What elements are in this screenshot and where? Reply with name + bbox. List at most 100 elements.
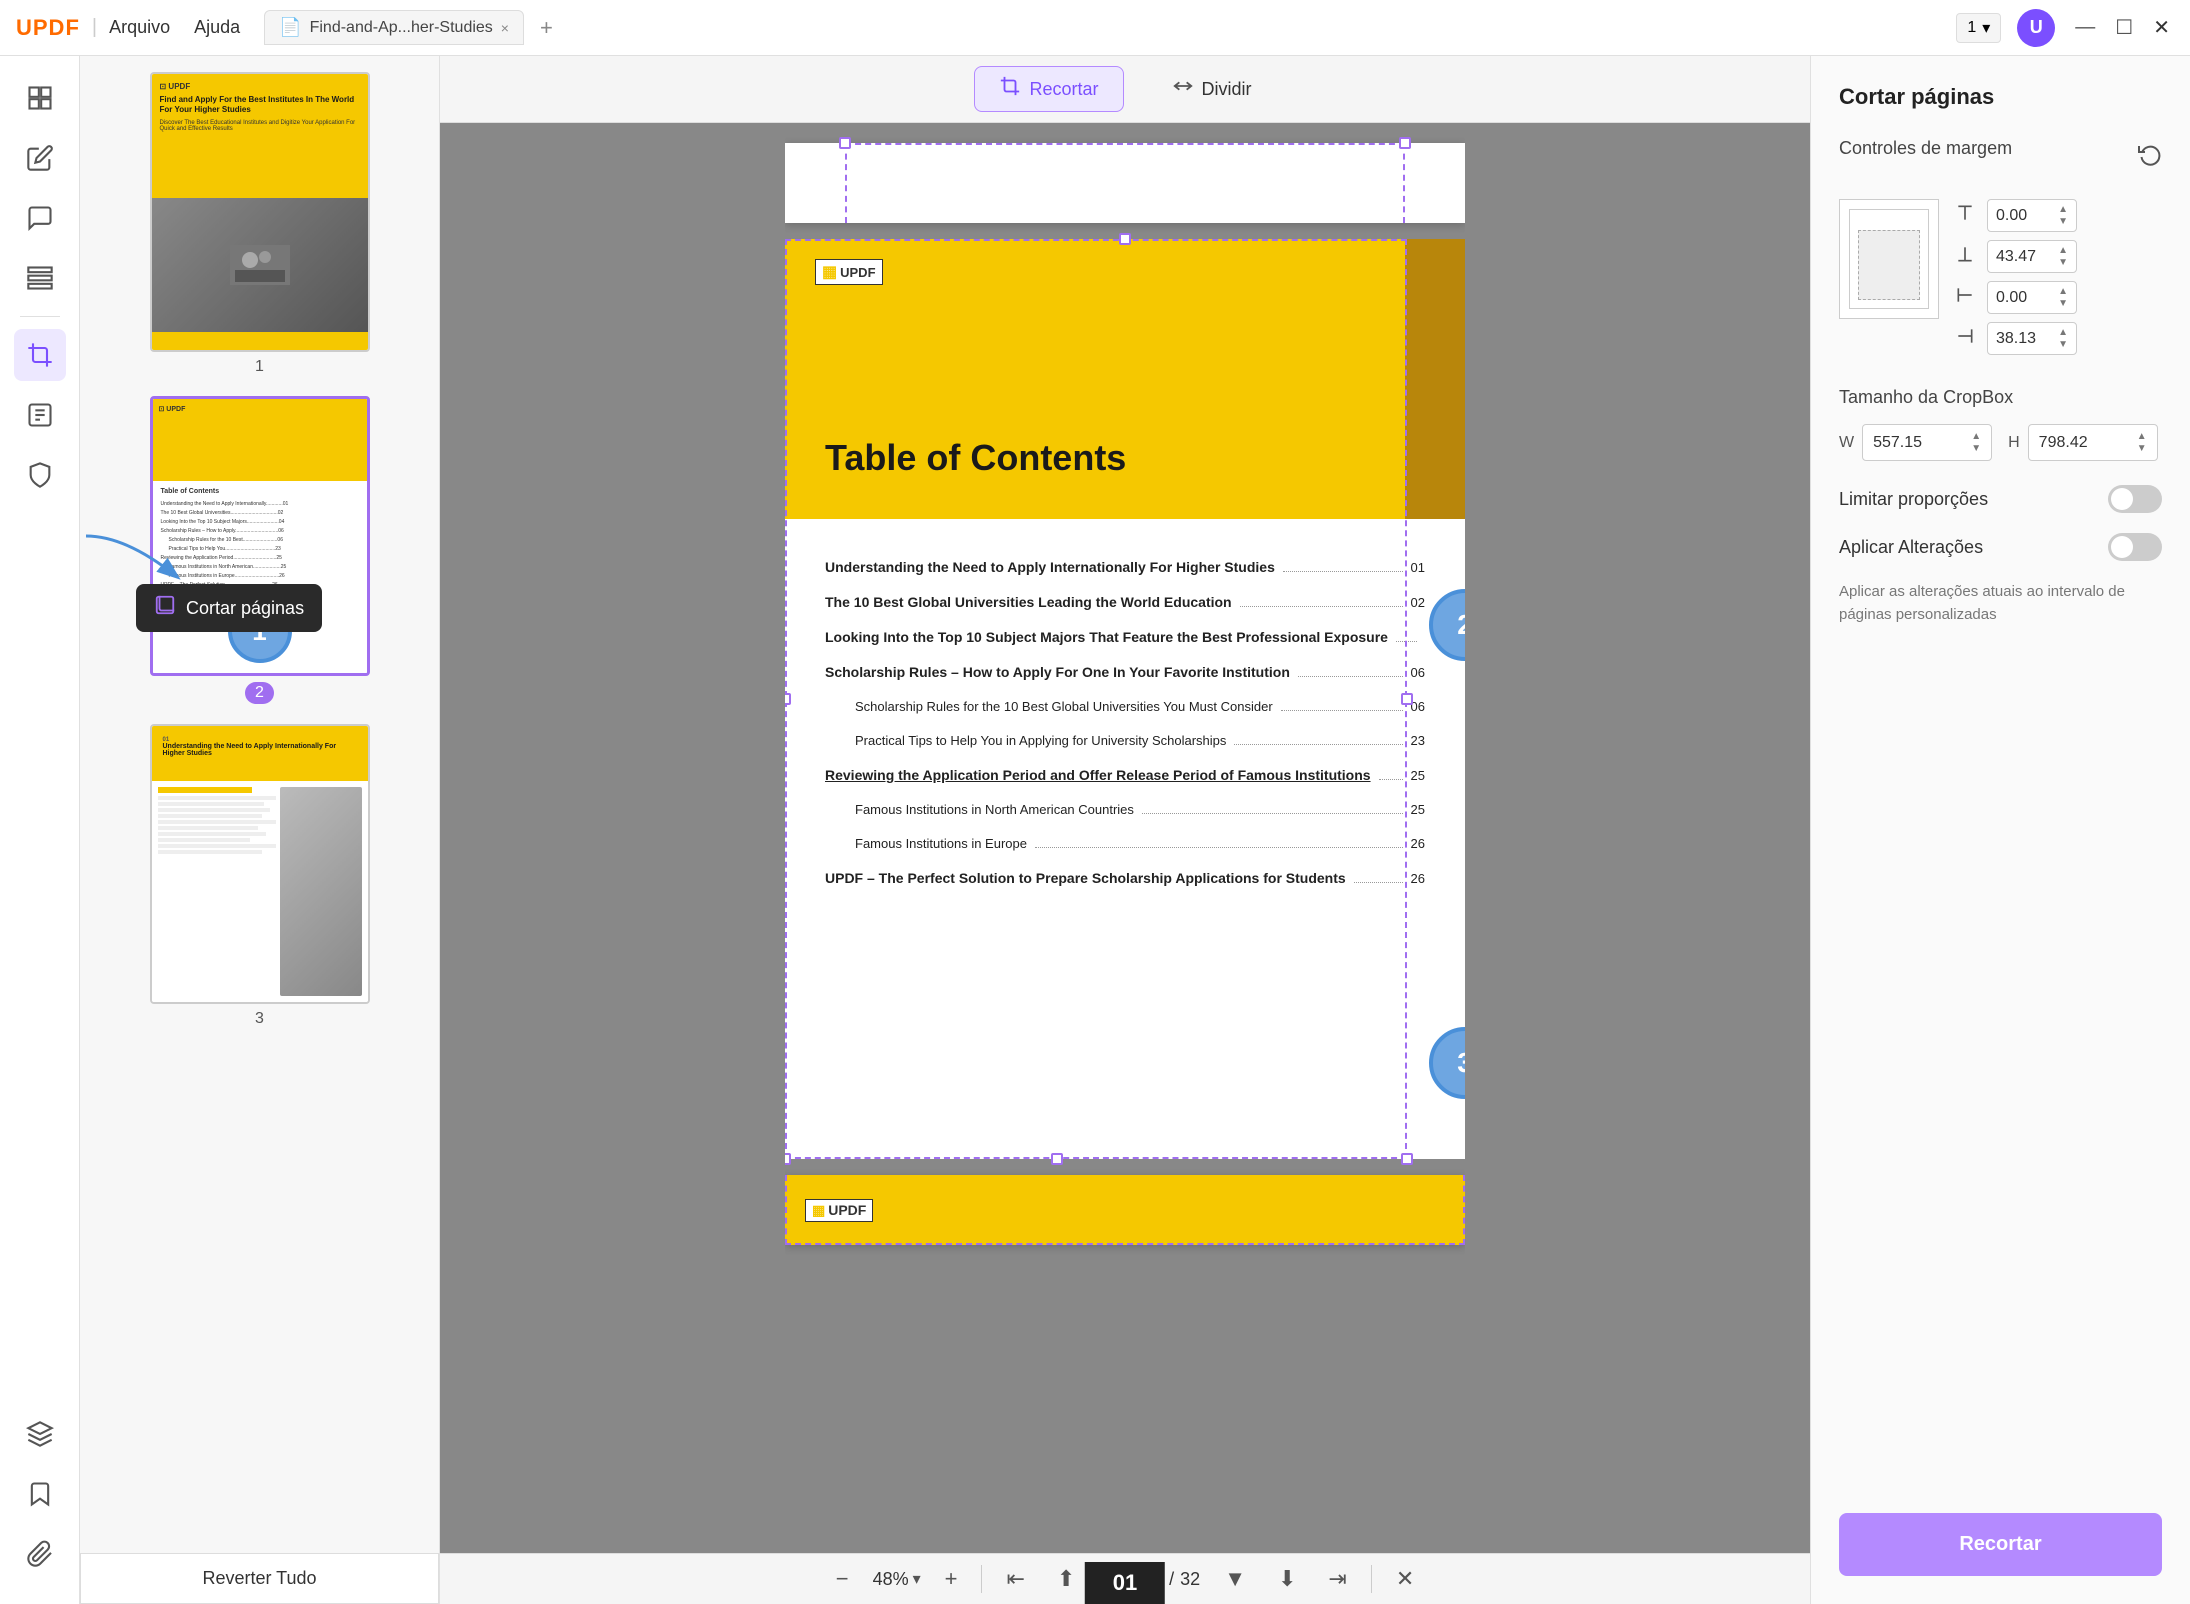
margin-right-value[interactable] (1996, 330, 2048, 348)
margin-top-down[interactable]: ▼ (2058, 216, 2068, 227)
cropbox-h-up[interactable]: ▲ (2137, 431, 2147, 442)
zoom-value-display: 48% ▾ (873, 1569, 921, 1590)
margin-top-up[interactable]: ▲ (2058, 204, 2068, 215)
nav-prev-up-button[interactable]: ⬆ (1049, 1562, 1083, 1596)
thumbnail-image-1[interactable]: ⊡ UPDF Find and Apply For the Best Insti… (150, 72, 370, 352)
recortar-apply-button[interactable]: Recortar (1839, 1513, 2162, 1576)
tab-close-icon[interactable]: × (501, 20, 509, 36)
recortar-toolbar-button[interactable]: Recortar (974, 66, 1123, 112)
margin-inputs-area: ▲ ▼ ▲ ▼ (1839, 199, 2162, 355)
pdf-viewer[interactable]: ▦ UPDF Table of Contents Understanding t… (785, 123, 1465, 1553)
margin-left-up[interactable]: ▲ (2058, 286, 2068, 297)
reverter-tudo-button[interactable]: Reverter Tudo (80, 1553, 439, 1604)
toc-entry-5: Practical Tips to Help You in Applying f… (825, 733, 1425, 749)
zoom-out-button[interactable]: − (828, 1562, 857, 1596)
page-indicator[interactable]: 1 ▾ (1956, 13, 2001, 43)
margin-spinners: ▲ ▼ ▲ ▼ (1955, 199, 2077, 355)
toolbar-attachments[interactable] (14, 1528, 66, 1580)
total-pages: 32 (1180, 1569, 1200, 1590)
toolbar-bookmarks[interactable] (14, 1468, 66, 1520)
toc-pdf-page: ▦ UPDF Table of Contents Understanding t… (785, 239, 1465, 1159)
crop-handle-br[interactable] (1401, 1153, 1413, 1165)
toolbar-thumbnails[interactable] (14, 72, 66, 124)
margin-bottom-arrows: ▲ ▼ (2058, 245, 2068, 268)
nav-first-button[interactable]: ⇤ (998, 1562, 1032, 1596)
zoom-dropdown-arrow[interactable]: ▾ (913, 1569, 921, 1589)
thumb3-body (152, 781, 368, 1002)
close-button[interactable]: ✕ (2149, 11, 2174, 44)
toolbar-annotate[interactable] (14, 192, 66, 244)
aplicar-toggle[interactable] (2108, 533, 2162, 561)
cropbox-w-value[interactable] (1873, 434, 1953, 452)
margin-top-value[interactable] (1996, 207, 2048, 225)
margin-left-value[interactable] (1996, 289, 2048, 307)
thumbnail-item-2[interactable]: Cortar páginas ⊡ UPDF Table of Contents … (96, 396, 423, 704)
maximize-button[interactable]: ☐ (2111, 11, 2137, 44)
toolbar-organize[interactable] (14, 252, 66, 304)
tab-add-button[interactable]: + (540, 15, 553, 41)
crop-handle-tl[interactable] (839, 137, 851, 149)
nav-last-button[interactable]: ⇥ (1320, 1562, 1354, 1596)
margin-left-input[interactable]: ▲ ▼ (1987, 281, 2077, 314)
cropbox-h-value[interactable] (2039, 434, 2119, 452)
crop-handle-mt[interactable] (1119, 233, 1131, 245)
toolbar-layers[interactable] (14, 1408, 66, 1460)
cropbox-h-down[interactable]: ▼ (2137, 443, 2147, 454)
toolbar-protect[interactable] (14, 449, 66, 501)
margin-left-down[interactable]: ▼ (2058, 298, 2068, 309)
thumbnail-item-1[interactable]: ⊡ UPDF Find and Apply For the Best Insti… (96, 72, 423, 376)
toc-entry-2: Looking Into the Top 10 Subject Majors T… (825, 629, 1425, 646)
thumbnail-item-3[interactable]: 01 Understanding the Need to Apply Inter… (96, 724, 423, 1028)
margin-top-input[interactable]: ▲ ▼ (1987, 199, 2077, 232)
margin-top-arrows: ▲ ▼ (2058, 204, 2068, 227)
thumb2-header: ⊡ UPDF (153, 399, 367, 481)
reset-margins-button[interactable] (2138, 142, 2162, 172)
cropbox-w-input[interactable]: ▲ ▼ (1862, 424, 1992, 461)
limitar-toggle[interactable] (2108, 485, 2162, 513)
thumbnail-image-2[interactable]: ⊡ UPDF Table of Contents Understanding t… (150, 396, 370, 676)
tab-item[interactable]: 📄 Find-and-Ap...her-Studies × (264, 10, 524, 45)
spinner-right: ▲ ▼ (1955, 322, 2077, 355)
nav-next-button[interactable]: ▼ (1216, 1562, 1254, 1596)
toc-title: Table of Contents (825, 437, 1425, 479)
crop-handle-ml[interactable] (785, 693, 791, 705)
margin-right-up[interactable]: ▲ (2058, 327, 2068, 338)
cropbox-h-input[interactable]: ▲ ▼ (2028, 424, 2158, 461)
margin-bottom-value[interactable] (1996, 248, 2048, 266)
user-avatar[interactable]: U (2017, 9, 2055, 47)
cropbox-w-down[interactable]: ▼ (1971, 443, 1981, 454)
cropbox-title: Tamanho da CropBox (1839, 387, 2162, 408)
thumb3-content: 01 Understanding the Need to Apply Inter… (152, 726, 368, 1002)
margin-bottom-up[interactable]: ▲ (2058, 245, 2068, 256)
margin-bottom-down[interactable]: ▼ (2058, 257, 2068, 268)
toolbar-edit[interactable] (14, 132, 66, 184)
apply-section: Aplicar Alterações Aplicar as alterações… (1839, 533, 2162, 626)
thumbnail-num-3: 3 (255, 1010, 264, 1028)
minimize-button[interactable]: — (2071, 12, 2099, 43)
margin-left-arrows: ▲ ▼ (2058, 286, 2068, 309)
toc-header: ▦ UPDF Table of Contents (785, 239, 1465, 519)
margin-top-icon (1955, 203, 1979, 228)
crop-handle-mr[interactable] (1401, 693, 1413, 705)
title-bar: UPDF | Arquivo Ajuda 📄 Find-and-Ap...her… (0, 0, 2190, 56)
cropbox-h-label: H (2008, 434, 2020, 452)
cropbox-w-up[interactable]: ▲ (1971, 431, 1981, 442)
menu-ajuda[interactable]: Ajuda (194, 17, 240, 38)
toolbar-forms[interactable] (14, 389, 66, 441)
zoom-in-button[interactable]: + (937, 1562, 966, 1596)
close-bottom-bar-button[interactable]: ✕ (1388, 1562, 1422, 1596)
crop-handle-bl[interactable] (785, 1153, 791, 1165)
margin-right-down[interactable]: ▼ (2058, 339, 2068, 350)
crop-handle-tr[interactable] (1399, 137, 1411, 149)
page-num: 1 (1967, 19, 1976, 37)
margin-bottom-input[interactable]: ▲ ▼ (1987, 240, 2077, 273)
margin-right-input[interactable]: ▲ ▼ (1987, 322, 2077, 355)
dividir-toolbar-button[interactable]: Dividir (1148, 67, 1276, 111)
menu-arquivo[interactable]: Arquivo (109, 17, 170, 38)
crop-handle-mb[interactable] (1051, 1153, 1063, 1165)
thumbnail-image-3[interactable]: 01 Understanding the Need to Apply Inter… (150, 724, 370, 1004)
toolbar-crop[interactable] (14, 329, 66, 381)
nav-next-down-button[interactable]: ⬇ (1270, 1562, 1304, 1596)
margin-right-icon (1955, 326, 1979, 351)
cropbox-section: Tamanho da CropBox W ▲ ▼ H (1839, 387, 2162, 461)
